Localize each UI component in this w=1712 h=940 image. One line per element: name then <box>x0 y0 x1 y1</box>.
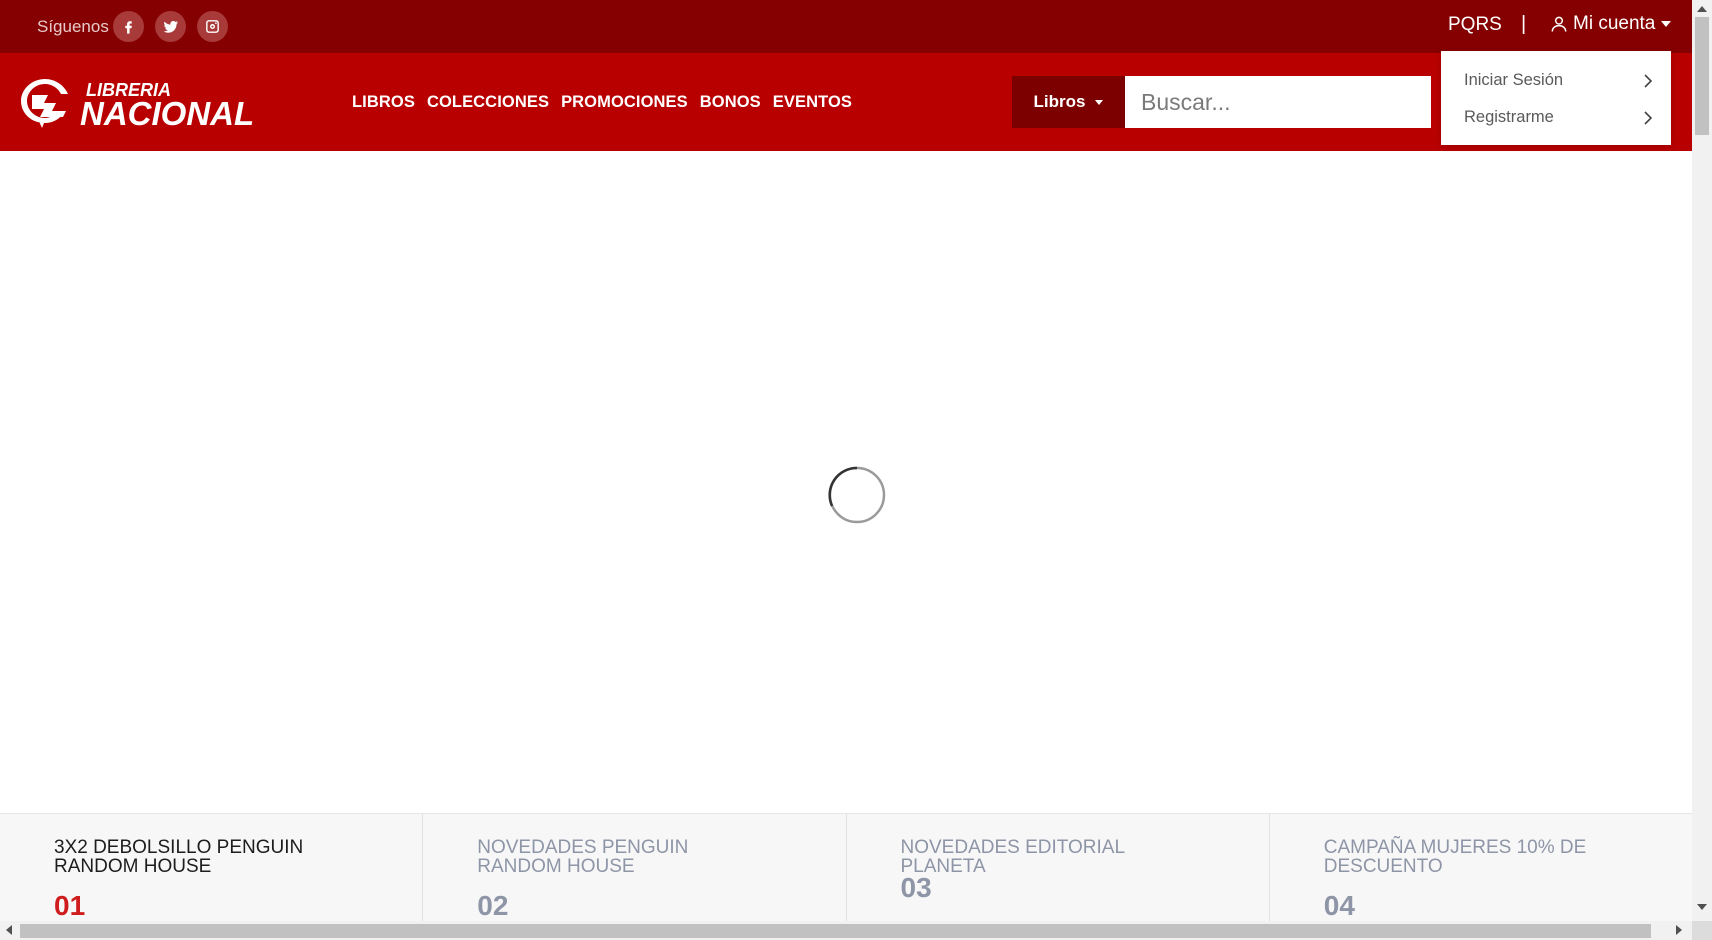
login-label: Iniciar Sesión <box>1464 71 1564 89</box>
account-menu-toggle[interactable]: Mi cuenta <box>1549 13 1672 35</box>
nav-eventos[interactable]: EVENTOS <box>773 93 852 112</box>
promo-tab-number: 01 <box>54 890 86 921</box>
chevron-right-icon <box>1644 110 1653 125</box>
nav-bonos[interactable]: BONOS <box>700 93 761 112</box>
pqrs-link[interactable]: PQRS <box>1448 14 1502 36</box>
register-label: Registrarme <box>1464 108 1554 126</box>
promo-tab-title: CAMPAÑA MUJERES 10% DE DESCUENTO <box>1323 837 1587 877</box>
promo-tab-title: 3X2 DEBOLSILLO PENGUIN RANDOM HOUSE <box>54 837 304 877</box>
scroll-down-arrow-icon[interactable] <box>1697 904 1707 910</box>
caret-down-icon <box>1661 21 1672 27</box>
user-icon <box>1551 16 1567 32</box>
account-label: Mi cuenta <box>1573 13 1656 34</box>
promo-tab-number: 04 <box>1323 890 1355 921</box>
main-nav: LIBROS COLECCIONES PROMOCIONES BONOS EVE… <box>352 53 864 151</box>
promo-tab-title: NOVEDADES PENGUIN RANDOM HOUSE <box>477 837 689 877</box>
vertical-scrollbar[interactable] <box>1692 0 1712 921</box>
nav-promociones[interactable]: PROMOCIONES <box>561 93 688 112</box>
instagram-icon[interactable] <box>196 11 228 42</box>
horizontal-scrollbar[interactable] <box>0 921 1692 940</box>
promo-tab-3[interactable]: NOVEDADES EDITORIAL PLANETA 03 <box>847 814 1270 921</box>
promo-tab-number: 03 <box>900 872 932 903</box>
scroll-left-arrow-icon[interactable] <box>6 925 12 935</box>
follow-label: Síguenos <box>37 16 109 36</box>
promo-tab-1[interactable]: 3X2 DEBOLSILLO PENGUIN RANDOM HOUSE 01 <box>0 814 424 921</box>
logo-bottom-text: NACIONAL <box>80 95 254 130</box>
caret-down-icon <box>1095 99 1104 105</box>
facebook-icon[interactable] <box>112 11 144 42</box>
twitter-icon[interactable] <box>154 11 186 42</box>
category-label: Libros <box>1033 92 1086 111</box>
main-header: LIBRERIA NACIONAL LIBROS COLECCIONES PRO… <box>0 53 1692 151</box>
search-input[interactable] <box>1125 76 1431 128</box>
horizontal-scroll-thumb[interactable] <box>20 924 1651 938</box>
search-category-dropdown[interactable]: Libros <box>1012 76 1125 128</box>
scroll-right-arrow-icon[interactable] <box>1676 925 1682 935</box>
account-dropdown: Iniciar Sesión Registrarme <box>1441 51 1671 145</box>
promo-tab-4[interactable]: CAMPAÑA MUJERES 10% DE DESCUENTO 04 <box>1270 814 1692 921</box>
nav-libros[interactable]: LIBROS <box>352 93 415 112</box>
promo-tab-title: NOVEDADES EDITORIAL PLANETA <box>900 837 1125 877</box>
vertical-scroll-thumb[interactable] <box>1695 17 1709 135</box>
scrollbar-corner <box>1692 921 1712 940</box>
promo-tab-number: 02 <box>477 890 509 921</box>
top-bar: Síguenos PQRS | Mi cuenta <box>0 0 1692 53</box>
promo-tab-2[interactable]: NOVEDADES PENGUIN RANDOM HOUSE 02 <box>423 814 847 921</box>
loading-spinner-icon <box>828 466 886 524</box>
promo-tabs: 3X2 DEBOLSILLO PENGUIN RANDOM HOUSE 01 N… <box>0 813 1692 921</box>
chevron-right-icon <box>1644 73 1653 88</box>
login-item[interactable]: Iniciar Sesión <box>1464 71 1654 90</box>
nav-colecciones[interactable]: COLECCIONES <box>427 93 549 112</box>
separator: | <box>1521 13 1527 35</box>
scroll-up-arrow-icon[interactable] <box>1697 6 1707 12</box>
social-follow: Síguenos <box>37 0 239 53</box>
register-item[interactable]: Registrarme <box>1464 108 1654 127</box>
libreria-nacional-logo[interactable]: LIBRERIA NACIONAL <box>18 75 270 130</box>
social-links <box>112 11 239 42</box>
